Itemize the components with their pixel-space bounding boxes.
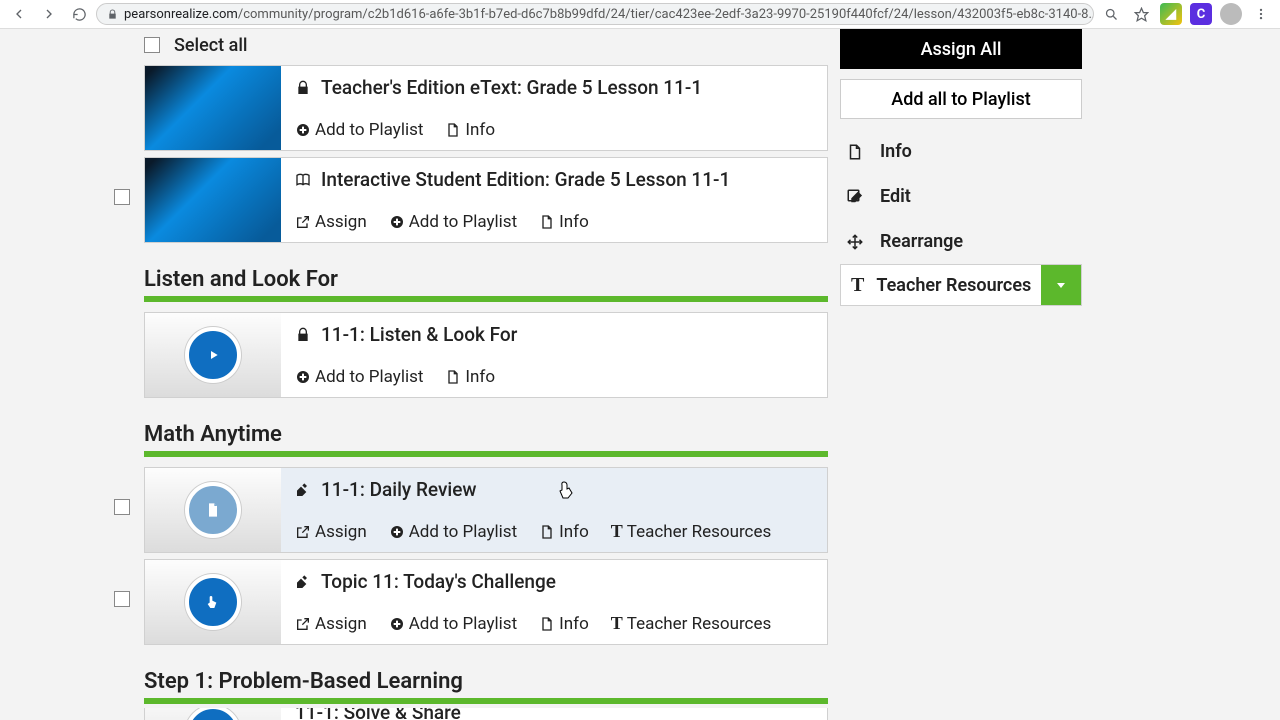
section-header: Math Anytime (144, 422, 828, 447)
blue-thumbnail (145, 158, 281, 242)
resource-title: Topic 11: Today's Challenge (321, 570, 556, 593)
teacher-resources-action[interactable]: TTeacher Resources (611, 521, 771, 542)
info-action[interactable]: Info (539, 522, 589, 542)
plus-circle-icon (389, 616, 405, 632)
add-playlist-action[interactable]: Add to Playlist (295, 367, 423, 387)
document-icon (185, 482, 241, 538)
section-divider (144, 451, 828, 457)
browser-toolbar: pearsonrealize.com/community/program/c2b… (0, 0, 1280, 29)
pencil-icon (846, 188, 866, 206)
url-path: /community/program/c2b1d616-a6fe-3b1f-b7… (238, 7, 1094, 22)
nav-back-button[interactable] (6, 1, 32, 27)
resource-row[interactable]: Topic 11: Today's Challenge Assign Add to… (144, 559, 828, 645)
assign-all-button[interactable]: Assign All (840, 29, 1082, 69)
share-icon (295, 616, 311, 632)
resource-title: 11-1: Listen & Look For (321, 323, 517, 346)
lock-icon (295, 80, 311, 96)
add-playlist-action[interactable]: Add to Playlist (389, 522, 517, 542)
resource-title: 11-1: Solve & Share (295, 708, 461, 720)
resource-row[interactable]: Teacher's Edition eText: Grade 5 Lesson … (144, 65, 828, 151)
resource-title: Interactive Student Edition: Grade 5 Les… (321, 168, 730, 191)
row-checkbox[interactable] (114, 189, 130, 205)
move-icon (846, 233, 866, 251)
side-info-link[interactable]: Info (840, 129, 1082, 174)
book-icon (295, 172, 311, 188)
row-checkbox[interactable] (114, 499, 130, 515)
profile-avatar[interactable] (1218, 1, 1244, 27)
row-checkbox[interactable] (114, 591, 130, 607)
plus-circle-icon (295, 122, 311, 138)
kebab-menu-icon[interactable] (1248, 1, 1274, 27)
pointer-icon (185, 708, 241, 720)
teacher-resources-dropdown[interactable]: T Teacher Resources (840, 264, 1082, 306)
chevron-down-icon[interactable] (1041, 265, 1081, 305)
select-all-label: Select all (174, 35, 248, 56)
pointer-icon (185, 574, 241, 630)
file-icon (539, 524, 555, 540)
info-action[interactable]: Info (539, 212, 589, 232)
tool-icon (295, 574, 311, 590)
side-rearrange-link[interactable]: Rearrange (840, 219, 1082, 264)
bookmark-star-icon[interactable] (1128, 1, 1154, 27)
add-playlist-action[interactable]: Add to Playlist (389, 212, 517, 232)
section-header: Step 1: Problem-Based Learning (144, 669, 828, 694)
plus-circle-icon (389, 524, 405, 540)
select-all-checkbox[interactable] (144, 37, 160, 53)
assign-action[interactable]: Assign (295, 522, 367, 542)
file-icon (846, 143, 866, 161)
text-t-icon: T (611, 613, 623, 634)
teacher-resources-action[interactable]: TTeacher Resources (611, 613, 771, 634)
nav-forward-button[interactable] (36, 1, 62, 27)
resource-row[interactable]: 11-1: Solve & Share AssignAdd to Playlis… (144, 708, 828, 720)
file-icon (445, 122, 461, 138)
resource-title: Teacher's Edition eText: Grade 5 Lesson … (321, 76, 702, 99)
info-action[interactable]: Info (539, 614, 589, 634)
plus-circle-icon (389, 214, 405, 230)
text-t-icon: T (851, 274, 864, 297)
info-action[interactable]: Info (445, 367, 495, 387)
section-divider (144, 296, 828, 302)
assign-action[interactable]: Assign (295, 614, 367, 634)
resource-row[interactable]: 11-1: Daily Review Assign Add to Playlist… (144, 467, 828, 553)
section-divider (144, 698, 828, 704)
assign-action[interactable]: Assign (295, 212, 367, 232)
add-playlist-action[interactable]: Add to Playlist (389, 614, 517, 634)
extension-icon-2[interactable]: C (1188, 1, 1214, 27)
section-header: Listen and Look For (144, 267, 828, 292)
tool-icon (295, 482, 311, 498)
resource-row[interactable]: Interactive Student Edition: Grade 5 Les… (144, 157, 828, 243)
side-edit-link[interactable]: Edit (840, 174, 1082, 219)
text-t-icon: T (611, 521, 623, 542)
plus-circle-icon (295, 369, 311, 385)
file-icon (539, 616, 555, 632)
file-icon (445, 369, 461, 385)
lock-icon (107, 9, 118, 20)
address-bar[interactable]: pearsonrealize.com/community/program/c2b… (96, 3, 1094, 25)
file-icon (539, 214, 555, 230)
info-action[interactable]: Info (445, 120, 495, 140)
add-all-playlist-button[interactable]: Add all to Playlist (840, 79, 1082, 119)
nav-reload-button[interactable] (66, 1, 92, 27)
share-icon (295, 524, 311, 540)
lock-icon (295, 327, 311, 343)
resource-row[interactable]: 11-1: Listen & Look For Add to Playlist I… (144, 312, 828, 398)
play-icon (185, 327, 241, 383)
share-icon (295, 214, 311, 230)
zoom-icon[interactable] (1098, 1, 1124, 27)
resource-title: 11-1: Daily Review (321, 478, 477, 501)
url-host: pearsonrealize.com (124, 7, 238, 22)
blue-thumbnail (145, 66, 281, 150)
extension-icon-1[interactable]: ◢ (1158, 1, 1184, 27)
add-playlist-action[interactable]: Add to Playlist (295, 120, 423, 140)
